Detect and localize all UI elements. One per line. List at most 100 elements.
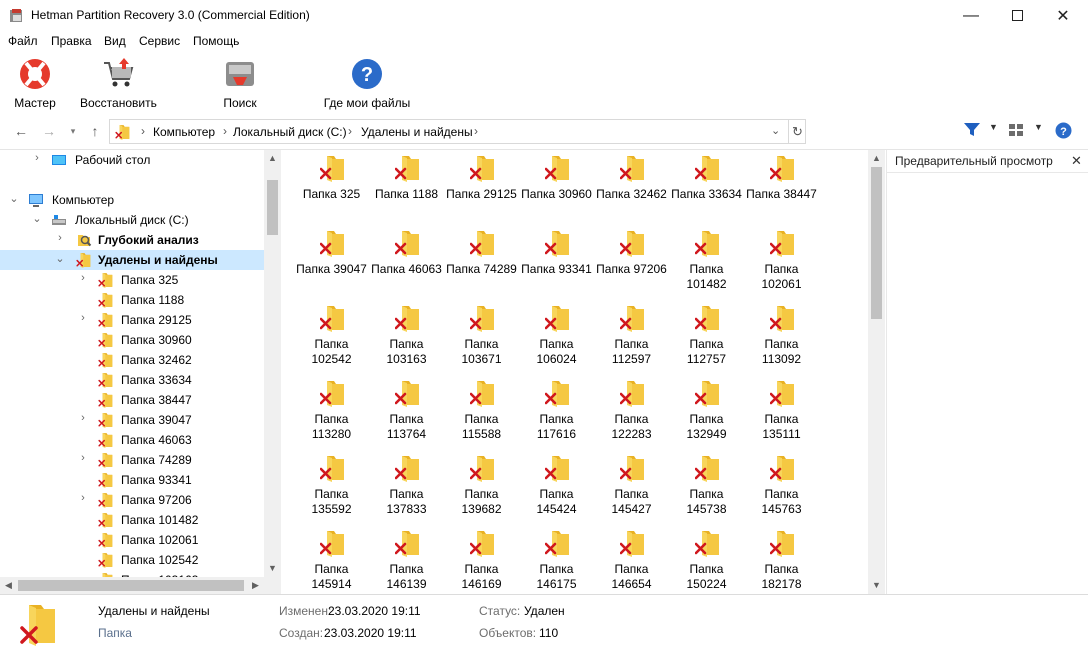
folder-item[interactable]: Папка 39047 <box>294 225 369 300</box>
folder-item[interactable]: Папка 145427 <box>594 450 669 525</box>
folder-item[interactable]: Папка 150224 <box>669 525 744 594</box>
tree-item-folder[interactable]: Папка 30960 <box>0 330 264 350</box>
back-icon[interactable]: ← <box>12 122 30 140</box>
tree-item-folder[interactable]: › Папка 29125 <box>0 310 264 330</box>
folder-item[interactable]: Папка 103671 <box>444 300 519 375</box>
folder-item[interactable]: Папка 122283 <box>594 375 669 450</box>
menu-tools[interactable]: Сервис <box>139 34 180 48</box>
address-bar[interactable]: › Компьютер › Локальный диск (C:) › Удал… <box>109 119 806 144</box>
folder-item[interactable]: Папка 29125 <box>444 150 519 225</box>
folder-item[interactable]: Папка 102061 <box>744 225 819 300</box>
tree-item-folder[interactable]: Папка 1188 <box>0 290 264 310</box>
filter-dropdown-icon[interactable]: ▼ <box>989 122 998 132</box>
menu-file[interactable]: Файл <box>8 34 38 48</box>
tree-item-folder[interactable]: › Папка 325 <box>0 270 264 290</box>
chevron-down-icon[interactable]: ⌄ <box>54 252 66 265</box>
scroll-thumb[interactable] <box>267 180 278 235</box>
tree-item-folder[interactable]: Папка 102061 <box>0 530 264 550</box>
tree-item-desktop[interactable]: › Рабочий стол <box>0 150 264 170</box>
minimize-button[interactable]: — <box>948 0 994 31</box>
menu-help[interactable]: Помощь <box>193 34 239 48</box>
view-dropdown-icon[interactable]: ▼ <box>1034 122 1043 132</box>
breadcrumb-deleted-found[interactable]: Удалены и найдены <box>361 125 473 139</box>
folder-item[interactable]: Папка 103163 <box>369 300 444 375</box>
folder-item[interactable]: Папка 32462 <box>594 150 669 225</box>
close-icon[interactable]: ✕ <box>1071 153 1082 169</box>
grid-vertical-scrollbar[interactable]: ▲ ▼ <box>868 150 885 594</box>
folder-item[interactable]: Папка 1188 <box>369 150 444 225</box>
close-button[interactable]: ✕ <box>1040 0 1086 31</box>
folder-item[interactable]: Папка 46063 <box>369 225 444 300</box>
tree-item-folder[interactable]: › Папка 97206 <box>0 490 264 510</box>
refresh-icon[interactable]: ↻ <box>788 120 806 143</box>
scroll-right-icon[interactable]: ▶ <box>247 577 264 594</box>
folder-item[interactable]: Папка 146169 <box>444 525 519 594</box>
history-dropdown-icon[interactable]: ▾ <box>64 122 82 140</box>
tree-item-folder[interactable]: Папка 46063 <box>0 430 264 450</box>
address-dropdown-icon[interactable]: ⌄ <box>771 124 780 137</box>
menu-edit[interactable]: Правка <box>51 34 92 48</box>
scroll-down-icon[interactable]: ▼ <box>264 560 281 577</box>
tree-vertical-scrollbar[interactable]: ▲ ▼ <box>264 150 281 577</box>
folder-item[interactable]: Папка 135111 <box>744 375 819 450</box>
tree-item-folder[interactable]: Папка 102542 <box>0 550 264 570</box>
tree-item-folder[interactable]: › Папка 39047 <box>0 410 264 430</box>
folder-item[interactable]: Папка 113092 <box>744 300 819 375</box>
scroll-up-icon[interactable]: ▲ <box>264 150 281 167</box>
folder-item[interactable]: Папка 145738 <box>669 450 744 525</box>
restore-button[interactable]: Восстановить <box>80 57 157 110</box>
folder-item[interactable]: Папка 101482 <box>669 225 744 300</box>
folder-item[interactable]: Папка 113280 <box>294 375 369 450</box>
wizard-button[interactable]: Мастер <box>13 57 57 110</box>
scroll-up-icon[interactable]: ▲ <box>868 150 885 167</box>
where-my-files-button[interactable]: ? Где мои файлы <box>323 57 411 110</box>
folder-item[interactable]: Папка 139682 <box>444 450 519 525</box>
folder-item[interactable]: Папка 135592 <box>294 450 369 525</box>
maximize-button[interactable] <box>994 0 1040 31</box>
folder-item[interactable]: Папка 30960 <box>519 150 594 225</box>
folder-item[interactable]: Папка 325 <box>294 150 369 225</box>
chevron-down-icon[interactable]: ⌄ <box>31 212 43 225</box>
search-button[interactable]: Поиск <box>221 57 259 110</box>
menu-view[interactable]: Вид <box>104 34 126 48</box>
folder-item[interactable]: Папка 145763 <box>744 450 819 525</box>
up-icon[interactable]: ↑ <box>86 122 104 140</box>
scroll-down-icon[interactable]: ▼ <box>868 577 885 594</box>
chevron-right-icon[interactable]: › <box>77 272 89 284</box>
folder-item[interactable]: Папка 112757 <box>669 300 744 375</box>
tree-item-folder[interactable]: Папка 33634 <box>0 370 264 390</box>
filter-icon[interactable] <box>963 122 981 141</box>
breadcrumb-local-disk[interactable]: Локальный диск (C:) <box>233 125 347 139</box>
folder-item[interactable]: Папка 113764 <box>369 375 444 450</box>
folder-item[interactable]: Папка 112597 <box>594 300 669 375</box>
chevron-right-icon[interactable]: › <box>77 412 89 424</box>
forward-icon[interactable]: → <box>40 122 58 140</box>
folder-item[interactable]: Папка 132949 <box>669 375 744 450</box>
folder-item[interactable]: Папка 146654 <box>594 525 669 594</box>
chevron-right-icon[interactable]: › <box>77 452 89 464</box>
tree-item-folder[interactable]: Папка 93341 <box>0 470 264 490</box>
view-mode-icon[interactable] <box>1008 122 1024 141</box>
tree-item-folder[interactable]: Папка 101482 <box>0 510 264 530</box>
folder-item[interactable]: Папка 74289 <box>444 225 519 300</box>
scroll-thumb[interactable] <box>871 167 882 319</box>
folder-item[interactable]: Папка 146175 <box>519 525 594 594</box>
scroll-left-icon[interactable]: ◀ <box>0 577 17 594</box>
folder-item[interactable]: Папка 117616 <box>519 375 594 450</box>
folder-item[interactable]: Папка 102542 <box>294 300 369 375</box>
tree-item-deep-scan[interactable]: › Глубокий анализ <box>0 230 264 250</box>
chevron-right-icon[interactable]: › <box>31 152 43 164</box>
folder-item[interactable]: Папка 145914 <box>294 525 369 594</box>
help-icon[interactable]: ? <box>1055 122 1072 142</box>
folder-item[interactable]: Папка 182178 <box>744 525 819 594</box>
tree-item-local-disk[interactable]: ⌄ Локальный диск (C:) <box>0 210 264 230</box>
tree-horizontal-scrollbar[interactable]: ◀ ▶ <box>0 577 264 594</box>
folder-item[interactable]: Папка 93341 <box>519 225 594 300</box>
chevron-down-icon[interactable]: ⌄ <box>8 192 20 205</box>
tree-item-folder[interactable]: › Папка 74289 <box>0 450 264 470</box>
tree-item-folder[interactable]: Папка 32462 <box>0 350 264 370</box>
folder-item[interactable]: Папка 145424 <box>519 450 594 525</box>
tree-item-computer[interactable]: ⌄ Компьютер <box>0 190 264 210</box>
tree-item-deleted-found[interactable]: ⌄ Удалены и найдены <box>0 250 264 270</box>
chevron-right-icon[interactable]: › <box>54 232 66 244</box>
